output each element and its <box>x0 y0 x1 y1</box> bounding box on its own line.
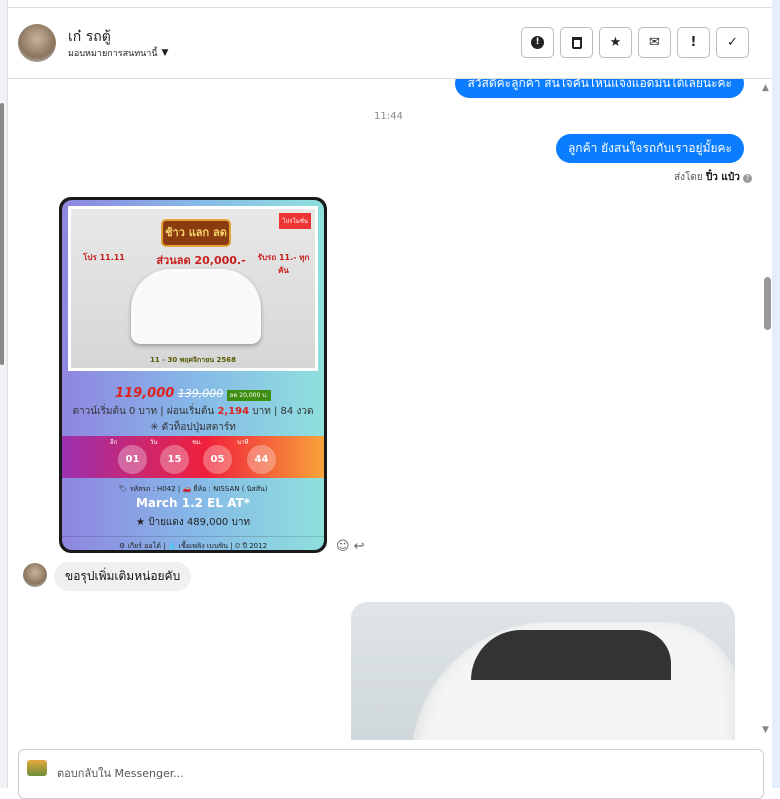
car-meta: 🏷 รหัสรถ : H042 | 🚗 ยี่ห้อ : NISSAN ( นิ… <box>118 485 268 493</box>
discount-badge: ลด 20,000 บ. <box>226 390 271 401</box>
star-icon: ★ <box>609 35 622 50</box>
car-photo <box>131 269 261 344</box>
caret-down-icon: ▼ <box>161 48 169 58</box>
car-photo-attachment[interactable] <box>351 602 735 740</box>
right-panel-edge <box>772 0 780 788</box>
scrollbar-thumb[interactable] <box>764 277 771 330</box>
sent-by-name: ปิ๋ว แป๋ว <box>705 172 740 183</box>
finance-text: บาท | 84 งวด <box>249 406 314 417</box>
car-listing-card[interactable]: ช้าว แลก ลด โปรโมชั่น โปร 11.11 ส่วนลด 2… <box>59 197 327 553</box>
finance-row: ดาวน์เริ่มต้น 0 บาท | ผ่อนเริ่มต้น 2,194… <box>62 404 324 419</box>
countdown-value: 05 <box>203 445 232 474</box>
follow-up-button[interactable]: ! <box>677 27 710 58</box>
timestamp: 11:44 <box>374 111 403 122</box>
scroll-down-icon[interactable]: ▼ <box>762 725 769 735</box>
reply-box[interactable]: ตอบกลับใน Messenger... <box>18 749 764 799</box>
check-icon: ✓ <box>727 35 738 50</box>
price-row: 119,000 139,000 ลด 20,000 บ. <box>62 386 324 401</box>
promo-title: ช้าว แลก ลด <box>161 219 231 247</box>
sent-by: ส่งโดย ปิ๋ว แป๋ว ? <box>674 170 752 185</box>
car-specs: ⚙ เกียร์ ออโต้ | 💧 เชื้อเพลิง เบนซิน | ⏲… <box>62 536 324 550</box>
mark-unread-button[interactable]: ✉ <box>638 27 671 58</box>
help-icon[interactable]: ? <box>743 174 752 183</box>
alert-circle-icon: ! <box>531 36 544 49</box>
mark-spam-button[interactable]: ! <box>521 27 554 58</box>
promo-right: รับรถ 11.- ทุกคัน <box>257 253 310 275</box>
countdown-label: วัน <box>150 439 158 446</box>
outgoing-message: ลูกค้า ยังสนใจรถกับเราอยู่มั้ยคะ <box>555 134 744 163</box>
mark-done-button[interactable]: ✓ <box>716 27 749 58</box>
contact-avatar[interactable] <box>18 24 56 62</box>
scroll-up-icon[interactable]: ▲ <box>762 83 769 93</box>
conversation-header: เก๋ รถตู้ มอบหมายการสนทนานี้ ▼ ! ★ ✉ ! ✓ <box>8 8 772 79</box>
trash-icon <box>571 36 582 49</box>
finance-text: ดาวน์เริ่มต้น 0 บาท | ผ่อนเริ่มต้น <box>72 406 218 417</box>
countdown-days: 01 <box>118 445 147 474</box>
assign-conversation-dropdown[interactable]: มอบหมายการสนทนานี้ ▼ <box>68 46 168 60</box>
reply-icon[interactable]: ↩ <box>354 539 365 554</box>
message-thread[interactable]: สวัสดีค่ะลูกค้า สนใจคันไหนแจ้งแอดมินได้เ… <box>8 79 762 740</box>
thread-scrollbar[interactable]: ▲ ▼ <box>762 79 772 740</box>
promo-center: ส่วนลด 20,000.- <box>156 254 246 267</box>
left-panel-edge <box>0 0 8 788</box>
car-windshield <box>471 630 671 680</box>
assign-label: มอบหมายการสนทนานี้ <box>68 49 158 59</box>
countdown-label: อีก <box>110 439 118 446</box>
sent-by-label: ส่งโดย <box>674 172 703 183</box>
message-actions: ☺ ↩ <box>336 539 364 554</box>
promo-left: โปร 11.11 <box>83 253 125 262</box>
delete-button[interactable] <box>560 27 593 58</box>
car-model: March 1.2 EL AT* <box>135 496 251 510</box>
reply-input[interactable]: ตอบกลับใน Messenger... <box>57 764 184 782</box>
promo-badge: โปรโมชั่น <box>279 213 311 229</box>
header-actions: ! ★ ✉ ! ✓ <box>521 27 749 58</box>
finance-amount: 2,194 <box>217 406 250 417</box>
price: 119,000 <box>115 386 175 401</box>
countdown-value: 44 <box>247 445 276 474</box>
envelope-icon: ✉ <box>649 35 660 50</box>
star-button[interactable]: ★ <box>599 27 632 58</box>
car-plate-price: ★ ป้ายแดง 489,000 บาท <box>135 517 251 528</box>
promo-dates: 11 - 30 พฤศจิกายน 2568 <box>149 356 237 364</box>
countdown-label: นาที <box>237 439 249 446</box>
incoming-message: ขอรุปเพิ่มเติมหน่อยคับ <box>54 562 192 591</box>
countdown: อีก 01 วัน 15 ชม. 05 นาที 44 <box>62 436 324 478</box>
old-price: 139,000 <box>177 387 224 400</box>
promo-image: ช้าว แลก ลด โปรโมชั่น โปร 11.11 ส่วนลด 2… <box>68 206 318 371</box>
countdown-value: 15 <box>160 445 189 474</box>
left-scrollbar-thumb[interactable] <box>0 103 4 365</box>
outgoing-message: สวัสดีค่ะลูกค้า สนใจคันไหนแจ้งแอดมินได้เ… <box>455 79 744 98</box>
emoji-react-icon[interactable]: ☺ <box>336 539 350 554</box>
feature: ✳ ตัวท็อปปุ่มสตาร์ท <box>150 422 236 433</box>
contact-avatar-small <box>23 563 47 587</box>
exclamation-icon: ! <box>690 35 697 50</box>
page-logo-icon <box>27 760 47 776</box>
countdown-label: ชม. <box>192 439 202 446</box>
contact-name[interactable]: เก๋ รถตู้ <box>68 26 111 48</box>
